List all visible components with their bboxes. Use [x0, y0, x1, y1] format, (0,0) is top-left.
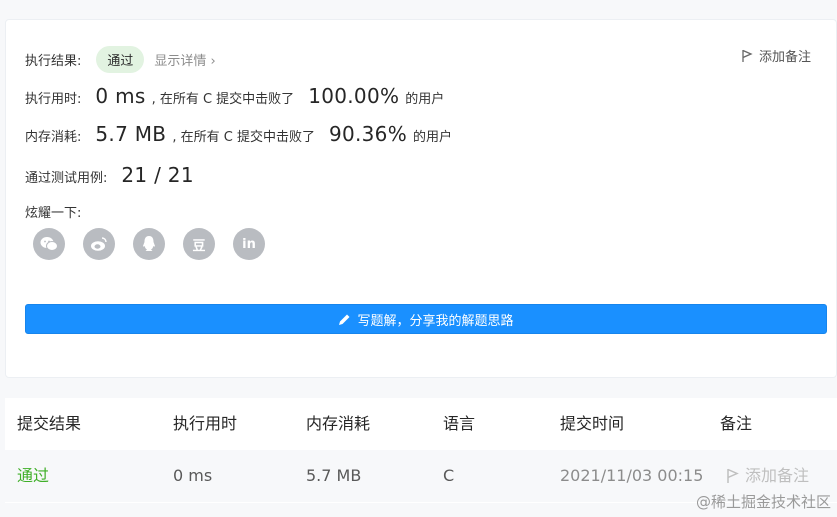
result-row: 执行结果: 通过 显示详情 › — [25, 46, 216, 73]
submissions-table: 提交结果 执行用时 内存消耗 语言 提交时间 备注 通过 0 ms 5.7 MB… — [5, 398, 837, 503]
qq-icon[interactable] — [133, 228, 165, 260]
header-note: 备注 — [720, 414, 753, 433]
row-language: C — [443, 466, 455, 485]
douban-glyph: 豆 — [192, 238, 206, 254]
runtime-value: 0 ms — [95, 84, 146, 108]
header-result: 提交结果 — [17, 414, 82, 433]
header-runtime: 执行用时 — [173, 414, 238, 433]
runtime-mid-text: , 在所有 C 提交中击败了 — [151, 92, 295, 107]
runtime-row: 执行用时: 0 ms , 在所有 C 提交中击败了 100.00% 的用户 — [25, 84, 444, 108]
row-time: 2021/11/03 00:15 — [560, 466, 704, 485]
share-label: 炫耀一下: — [25, 206, 82, 221]
tests-value: 21 / 21 — [121, 163, 194, 187]
memory-percent: 90.36% — [328, 122, 408, 146]
row-runtime: 0 ms — [173, 466, 213, 485]
linkedin-glyph: in — [242, 236, 256, 252]
share-row-label: 炫耀一下: — [25, 202, 81, 221]
watermark: @稀土掘金技术社区 — [695, 493, 831, 511]
runtime-suffix: 的用户 — [405, 92, 445, 107]
flag-icon — [742, 49, 753, 62]
runtime-label: 执行用时: — [25, 92, 82, 107]
linkedin-icon[interactable]: in — [233, 228, 265, 260]
memory-label: 内存消耗: — [25, 130, 82, 145]
tests-row: 通过测试用例: 21 / 21 — [25, 163, 200, 187]
flag-icon — [727, 468, 739, 483]
add-note-label: 添加备注 — [758, 50, 811, 65]
write-solution-label: 写题解，分享我的解题思路 — [357, 313, 514, 329]
row-memory: 5.7 MB — [306, 466, 362, 485]
table-header: 提交结果 执行用时 内存消耗 语言 提交时间 备注 — [5, 398, 837, 450]
write-solution-button[interactable]: 写题解，分享我的解题思路 — [25, 304, 827, 334]
douban-icon[interactable]: 豆 — [183, 228, 215, 260]
header-language: 语言 — [443, 414, 476, 433]
weibo-icon[interactable] — [83, 228, 115, 260]
memory-value: 5.7 MB — [95, 122, 167, 146]
tests-label: 通过测试用例: — [25, 171, 108, 186]
header-time: 提交时间 — [560, 414, 625, 433]
memory-suffix: 的用户 — [413, 130, 453, 145]
submission-result-card: 执行结果: 通过 显示详情 › 添加备注 执行用时: 0 ms , 在所有 C … — [5, 19, 837, 378]
memory-row: 内存消耗: 5.7 MB , 在所有 C 提交中击败了 90.36% 的用户 — [25, 122, 452, 146]
runtime-percent: 100.00% — [308, 84, 400, 108]
show-details-link[interactable]: 显示详情 › — [154, 50, 215, 69]
row-result-link[interactable]: 通过 — [17, 450, 49, 502]
memory-mid-text: , 在所有 C 提交中击败了 — [172, 130, 315, 145]
header-memory: 内存消耗 — [306, 414, 371, 433]
share-buttons: 豆 in — [33, 228, 265, 260]
result-label: 执行结果: — [25, 54, 82, 69]
pencil-icon — [339, 314, 350, 325]
add-note-button[interactable]: 添加备注 — [741, 46, 811, 65]
status-badge: 通过 — [96, 46, 145, 73]
wechat-icon[interactable] — [33, 228, 65, 260]
